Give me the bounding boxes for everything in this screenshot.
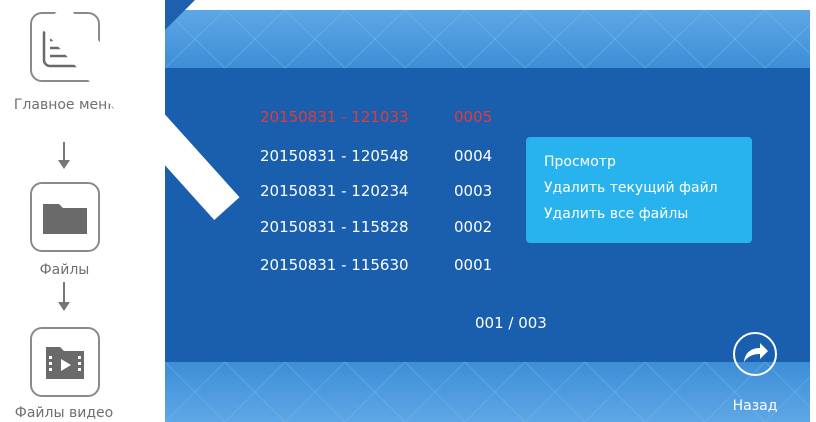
file-date: 20150831 - 115828 <box>260 218 409 236</box>
file-date: 20150831 - 120548 <box>260 147 409 165</box>
file-number: 0001 <box>454 256 493 274</box>
back-arrow-icon <box>733 332 777 376</box>
file-number: 0004 <box>454 147 493 165</box>
page-indicator: 001 / 003 <box>475 314 547 332</box>
file-date: 20150831 - 121033 <box>260 108 409 126</box>
menu-item-delete-all[interactable]: Удалить все файлы <box>544 206 688 222</box>
files-label: Файлы <box>39 262 90 278</box>
menu-item-view[interactable]: Просмотр <box>544 154 616 170</box>
down-arrow-icon <box>58 142 70 169</box>
video-folder-icon <box>46 347 84 379</box>
video-files-label: Файлы видео <box>14 405 114 421</box>
file-browser-screen: 20150831 - 121033 0005 20150831 - 120548… <box>165 10 810 422</box>
corner-decoration <box>165 0 195 30</box>
back-button[interactable]: Назад <box>725 332 785 418</box>
files-button[interactable] <box>30 182 100 252</box>
menu-item-delete-current[interactable]: Удалить текущий файл <box>544 180 718 196</box>
back-label: Назад <box>732 398 778 414</box>
file-date: 20150831 - 120234 <box>260 182 409 200</box>
context-menu: Просмотр Удалить текущий файл Удалить вс… <box>526 137 752 243</box>
file-number: 0003 <box>454 182 493 200</box>
file-number: 0005 <box>454 108 493 126</box>
video-files-button[interactable] <box>30 327 100 397</box>
file-number: 0002 <box>454 218 493 236</box>
folder-icon <box>43 204 87 234</box>
down-arrow-icon <box>58 282 70 311</box>
file-date: 20150831 - 115630 <box>260 256 409 274</box>
